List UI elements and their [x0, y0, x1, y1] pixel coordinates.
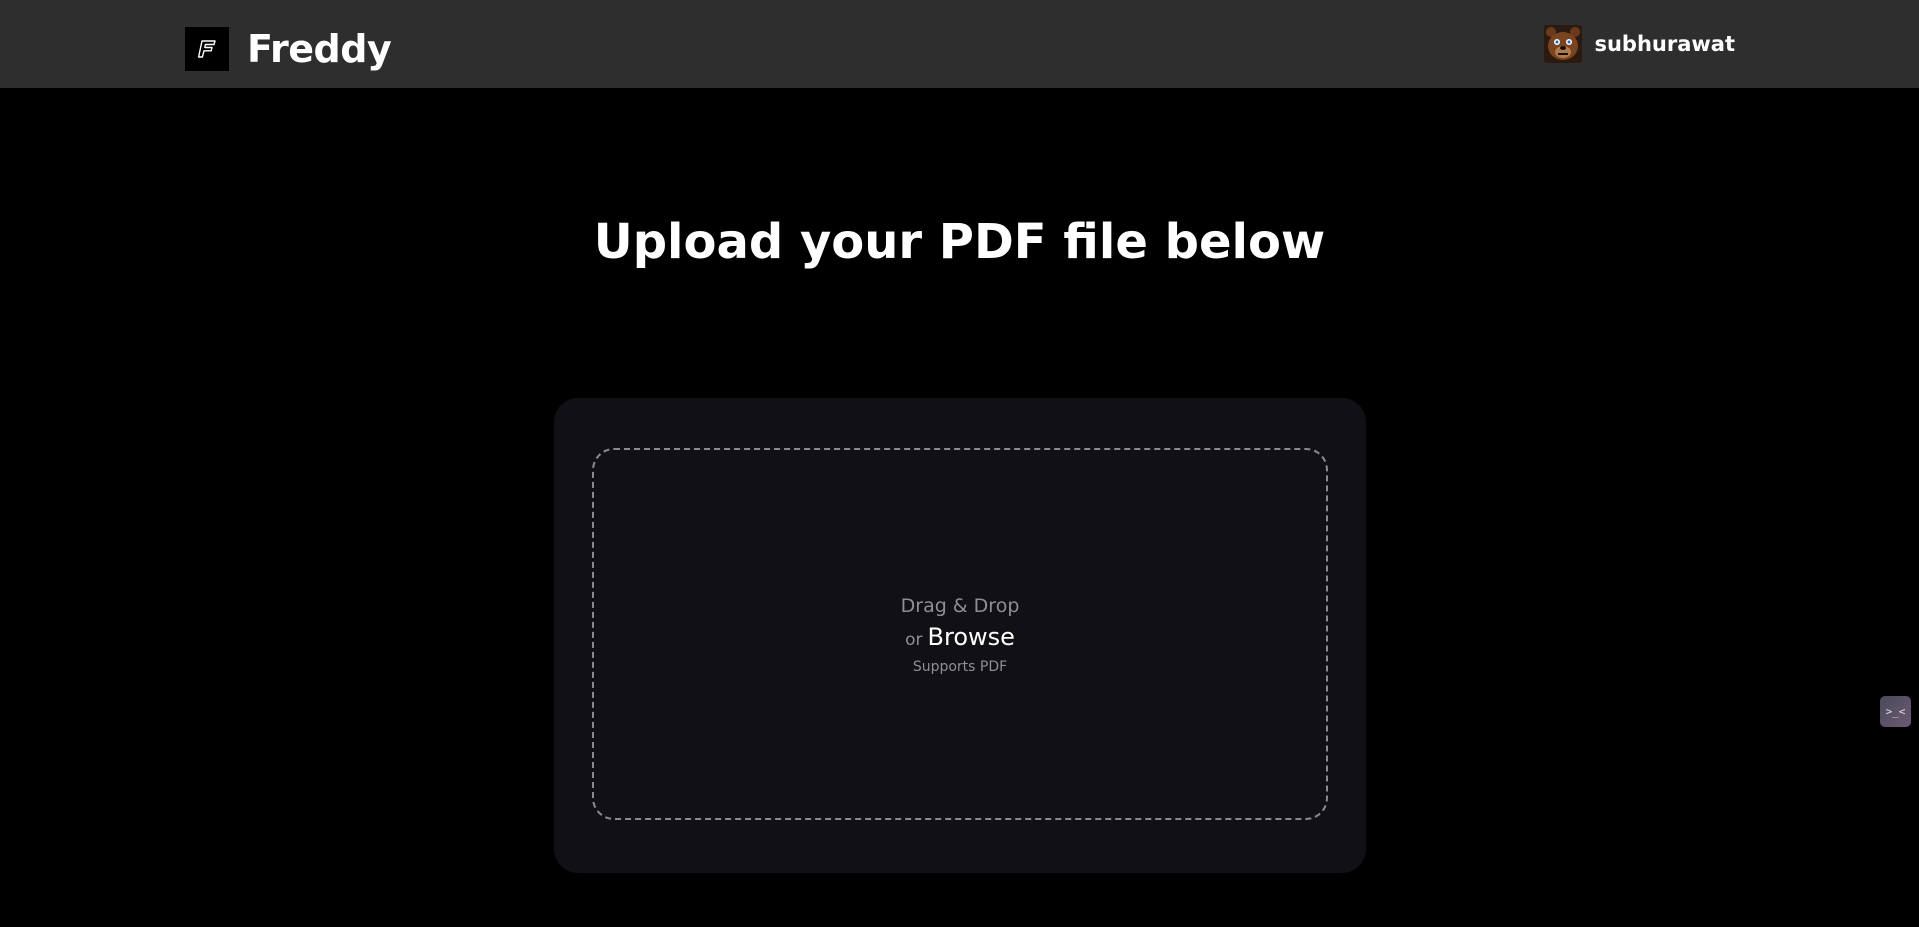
or-label: or	[905, 629, 923, 650]
supported-formats-label: Supports PDF	[912, 658, 1008, 675]
navbar: Freddy subhurawat	[0, 0, 1919, 88]
freddy-logo-icon	[185, 27, 229, 71]
username: subhurawat	[1594, 32, 1735, 56]
browse-line: or Browse	[905, 620, 1015, 657]
widget-glyph: >_<	[1885, 705, 1906, 718]
page-title: Upload your PDF file below	[593, 214, 1326, 270]
browse-button[interactable]: Browse	[928, 623, 1015, 651]
face-widget-icon[interactable]: >_<	[1880, 696, 1911, 727]
brand[interactable]: Freddy	[185, 27, 392, 71]
drag-drop-label: Drag & Drop	[900, 594, 1020, 617]
brand-name: Freddy	[247, 27, 392, 71]
user-menu[interactable]: subhurawat	[1544, 25, 1735, 63]
avatar[interactable]	[1544, 25, 1583, 63]
upload-card: Drag & Drop or Browse Supports PDF	[554, 398, 1366, 873]
file-drop-zone[interactable]: Drag & Drop or Browse Supports PDF	[592, 448, 1328, 820]
